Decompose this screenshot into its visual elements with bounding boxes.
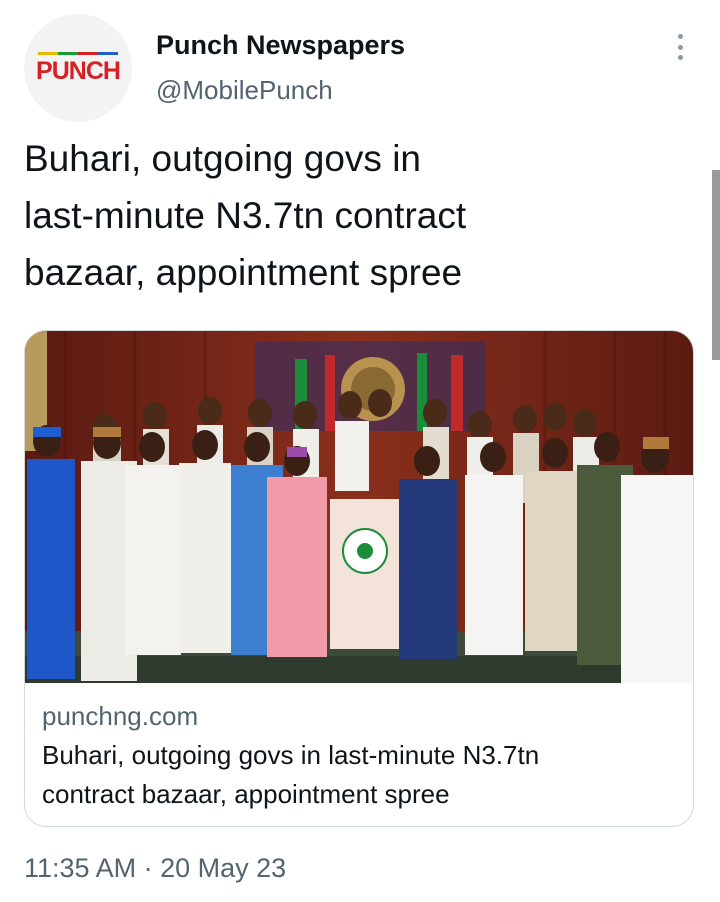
article-photo[interactable] — [25, 331, 694, 683]
tweet-timestamp[interactable]: 11:35 AM · 20 May 23 — [24, 853, 286, 884]
card-domain: punchng.com — [42, 701, 199, 731]
account-handle[interactable]: @MobilePunch — [156, 75, 333, 106]
logo-text: PUNCH — [36, 56, 121, 85]
link-card[interactable]: punchng.com Buhari, outgoing govs in las… — [24, 330, 694, 827]
logo-color-bar — [38, 52, 118, 55]
tweet-text: Buhari, outgoing govs in last-minute N3.… — [24, 138, 467, 293]
card-title: Buhari, outgoing govs in last-minute N3.… — [42, 740, 540, 809]
more-vertical-icon[interactable] — [672, 34, 688, 60]
punch-logo: PUNCH — [30, 48, 126, 88]
scrollbar[interactable] — [712, 170, 720, 360]
avatar[interactable]: PUNCH — [24, 14, 132, 122]
display-name[interactable]: Punch Newspapers — [156, 30, 405, 61]
